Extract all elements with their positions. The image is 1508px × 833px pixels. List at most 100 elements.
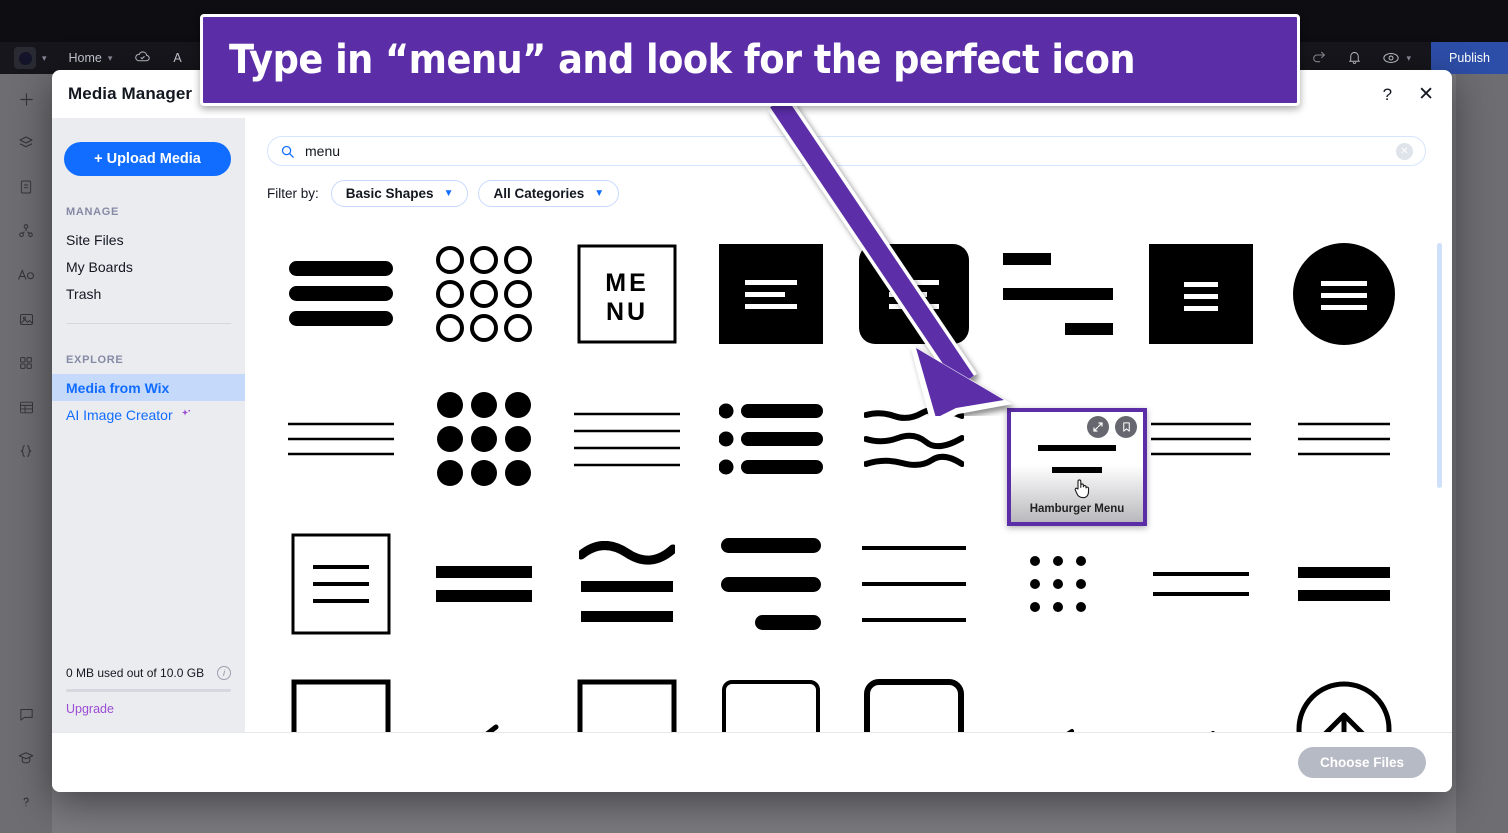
- pointer-hand-cursor: [1073, 478, 1091, 505]
- svg-text:NU: NU: [606, 298, 648, 326]
- dialog-header-actions: ? ✕: [1383, 85, 1434, 104]
- chevron-down-icon[interactable]: ▾: [1406, 53, 1411, 63]
- sidebar-group-explore: EXPLORE Media from Wix AI Image Creator: [52, 354, 245, 428]
- storage-summary: 0 MB used out of 10.0 GB i Upgrade: [52, 666, 245, 732]
- box-with-dots-icon[interactable]: [269, 656, 412, 732]
- selected-card-actions: [1087, 416, 1137, 438]
- results-scrollbar-track[interactable]: [1437, 237, 1442, 718]
- annotation-banner: Type in “menu” and look for the perfect …: [200, 14, 1300, 106]
- upgrade-link[interactable]: Upgrade: [66, 702, 231, 716]
- chevron-down-icon: ▼: [594, 188, 605, 199]
- site-structure-icon[interactable]: [13, 218, 39, 244]
- selected-card-label: Hamburger Menu: [1029, 503, 1125, 515]
- page-title: Media Manager: [68, 84, 193, 103]
- bookmark-icon[interactable]: [1115, 416, 1137, 438]
- filter-chip-all-categories[interactable]: All Categories ▼: [478, 180, 620, 207]
- search-icon: [280, 144, 295, 159]
- sidebar-group-label-explore: EXPLORE: [66, 354, 124, 366]
- chat-icon[interactable]: [13, 701, 39, 727]
- bell-icon[interactable]: [1347, 50, 1362, 67]
- diagonal-stroke-icon[interactable]: [412, 656, 555, 732]
- filter-by-label: Filter by:: [267, 186, 319, 201]
- editor-left-rail-bottom: [13, 701, 39, 833]
- apps-icon[interactable]: [13, 350, 39, 376]
- chevron-down-icon: ▼: [443, 188, 454, 199]
- dialog-body: + Upload Media MANAGE Site Files My Boar…: [52, 118, 1452, 732]
- learn-icon[interactable]: [13, 745, 39, 771]
- database-icon[interactable]: [13, 394, 39, 420]
- thin-3-lines-wide-b-icon[interactable]: [1273, 366, 1416, 511]
- filter-chip-label: Basic Shapes: [345, 186, 434, 201]
- diagonal-stroke-c-icon[interactable]: [1129, 656, 1272, 732]
- sparkle-icon: [180, 407, 192, 423]
- wave-over-2-bars-icon[interactable]: [556, 511, 699, 656]
- media-sidebar: + Upload Media MANAGE Site Files My Boar…: [52, 118, 245, 732]
- add-element-icon[interactable]: [13, 86, 39, 112]
- editor-right-rail: [1456, 74, 1508, 833]
- small-dot-grid-icon[interactable]: [986, 511, 1129, 656]
- two-thin-lines-icon[interactable]: [1129, 511, 1272, 656]
- rounded-box-dash-b-icon[interactable]: [843, 656, 986, 732]
- dialog-footer: Choose Files: [52, 732, 1452, 792]
- eye-icon[interactable]: ▾: [1382, 49, 1411, 67]
- toolbar-home-menu[interactable]: Home: [69, 51, 102, 65]
- sidebar-item-site-files[interactable]: Site Files: [52, 226, 245, 253]
- results-scrollbar-thumb[interactable]: [1437, 243, 1442, 488]
- media-manager-dialog: Media Manager ? ✕ + Upload Media MANAGE …: [52, 70, 1452, 792]
- sidebar-item-label: AI Image Creator: [66, 406, 173, 423]
- close-button[interactable]: ✕: [1418, 85, 1434, 104]
- circle-grid-outline-icon[interactable]: [412, 221, 555, 366]
- sidebar-item-my-boards[interactable]: My Boards: [52, 253, 245, 280]
- circle-up-arrow-icon[interactable]: [1273, 656, 1416, 732]
- sidebar-item-trash[interactable]: Trash: [52, 280, 245, 307]
- sidebar-divider: [66, 323, 231, 324]
- two-thick-bars-icon[interactable]: [412, 511, 555, 656]
- toolbar-autosave-label: A: [173, 51, 182, 65]
- chevron-down-icon[interactable]: ▾: [108, 53, 113, 64]
- descending-rounded-bars-icon[interactable]: [699, 511, 842, 656]
- wix-logo-icon[interactable]: [14, 47, 36, 69]
- storage-usage-text: 0 MB used out of 10.0 GB: [66, 666, 205, 680]
- clear-search-button[interactable]: ✕: [1396, 142, 1413, 160]
- thin-4-lines-icon[interactable]: [556, 366, 699, 511]
- storage-progress-bar: [66, 689, 231, 692]
- screenshot-root: ▾ Home ▾ A ▾ Publish Media Manager ? ✕ +…: [0, 0, 1508, 833]
- box-with-dash-icon[interactable]: [556, 656, 699, 732]
- thin-3-lines-icon[interactable]: [269, 366, 412, 511]
- sidebar-item-media-from-wix[interactable]: Media from Wix: [52, 374, 245, 401]
- circle-filled-3-lines-icon[interactable]: [1273, 221, 1416, 366]
- info-icon[interactable]: i: [217, 666, 231, 680]
- media-icon[interactable]: [13, 306, 39, 332]
- sidebar-item-ai-image-creator[interactable]: AI Image Creator: [52, 401, 245, 428]
- help-icon[interactable]: [13, 789, 39, 815]
- filter-chip-basic-shapes[interactable]: Basic Shapes ▼: [330, 180, 469, 207]
- thin-3-lines-wide-icon[interactable]: [1129, 366, 1272, 511]
- spaced-thin-3-lines-icon[interactable]: [843, 511, 986, 656]
- sidebar-group-manage: MANAGE Site Files My Boards Trash: [52, 206, 245, 307]
- annotation-banner-text: Type in “menu” and look for the perfect …: [229, 37, 1136, 83]
- selected-media-card[interactable]: Hamburger Menu: [1007, 408, 1147, 526]
- dot-grid-filled-icon[interactable]: [412, 366, 555, 511]
- square-filled-3-lines-small-icon[interactable]: [1129, 221, 1272, 366]
- two-thick-bars-b-icon[interactable]: [1273, 511, 1416, 656]
- annotation-arrow: [767, 96, 1012, 416]
- rounded-box-dash-icon[interactable]: [699, 656, 842, 732]
- layers-icon[interactable]: [13, 130, 39, 156]
- expand-icon[interactable]: [1087, 416, 1109, 438]
- chevron-down-icon[interactable]: ▾: [42, 53, 47, 64]
- svg-text:ME: ME: [606, 269, 650, 297]
- editor-left-rail: [0, 74, 52, 833]
- help-button[interactable]: ?: [1383, 86, 1392, 103]
- document-3-lines-box-icon[interactable]: [269, 511, 412, 656]
- pages-icon[interactable]: [13, 174, 39, 200]
- thick-rounded-3-bars-icon[interactable]: [269, 221, 412, 366]
- upload-media-button[interactable]: + Upload Media: [64, 142, 231, 176]
- choose-files-button[interactable]: Choose Files: [1297, 747, 1426, 778]
- cloud-check-icon: [134, 48, 151, 68]
- text-theme-icon[interactable]: [13, 262, 39, 288]
- diagonal-stroke-b-icon[interactable]: [986, 656, 1129, 732]
- redo-icon[interactable]: [1311, 49, 1327, 67]
- dev-mode-icon[interactable]: [13, 438, 39, 464]
- sidebar-group-label-manage: MANAGE: [66, 206, 120, 218]
- menu-word-box-icon[interactable]: ME NU: [556, 221, 699, 366]
